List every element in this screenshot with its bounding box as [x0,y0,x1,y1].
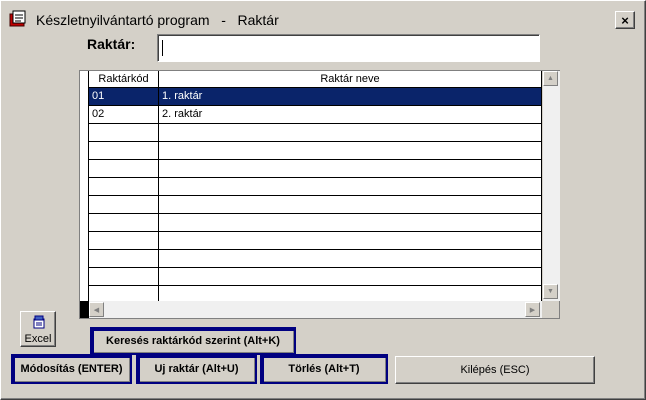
vertical-scrollbar[interactable]: ▲ ▼ [542,71,560,301]
delete-label: Törlés (Alt+T) [288,363,360,375]
search-by-code-button[interactable]: Keresés raktárkód szerint (Alt+K) [90,327,296,355]
empty-table-row[interactable] [89,214,542,232]
empty-cell [89,160,159,177]
empty-table-row[interactable] [89,124,542,142]
scroll-left-icon[interactable]: ◀ [89,302,104,317]
new-warehouse-button[interactable]: Uj raktár (Alt+U) [136,354,257,384]
horizontal-scrollbar[interactable]: ◀ ▶ [89,301,542,318]
window-title: Készletnyilvántartó program - Raktár [36,12,279,28]
empty-table-row[interactable] [89,250,542,268]
empty-table-row[interactable] [89,160,542,178]
empty-cell [159,196,542,213]
warehouse-table[interactable]: Raktárkód Raktár neve 01 1. raktár 02 2. ra… [79,70,560,319]
search-by-code-label: Keresés raktárkód szerint (Alt+K) [106,335,280,347]
cell-code: 01 [89,88,159,105]
empty-cell [89,232,159,249]
empty-table-row[interactable] [89,196,542,214]
search-input[interactable] [157,34,540,62]
cell-code: 02 [89,106,159,123]
excel-label: Excel [24,333,52,345]
new-warehouse-label: Uj raktár (Alt+U) [154,363,239,375]
scrollbar-corner [542,301,559,318]
delete-button[interactable]: Törlés (Alt+T) [260,354,388,384]
empty-cell [159,160,542,177]
column-header-code[interactable]: Raktárkód [89,71,159,88]
empty-cell [89,124,159,141]
excel-icon [33,315,45,329]
app-window: Készletnyilvántartó program - Raktár × R… [0,0,646,400]
exit-button[interactable]: Kilépés (ESC) [395,356,595,384]
empty-cell [159,124,542,141]
empty-cell [89,196,159,213]
empty-cell [159,214,542,231]
empty-cell [159,178,542,195]
close-icon: × [621,12,629,28]
empty-cell [89,250,159,267]
title-bar: Készletnyilvántartó program - Raktár × [4,4,640,32]
scroll-down-icon[interactable]: ▼ [543,284,558,299]
empty-cell [89,142,159,159]
row-indicator-column [80,71,89,318]
empty-cell [159,250,542,267]
app-icon [9,10,26,27]
empty-cell [159,142,542,159]
indicator-corner [80,301,89,318]
empty-table-row[interactable] [89,178,542,196]
empty-cell [159,268,542,285]
table-row[interactable]: 02 2. raktár [89,106,542,124]
text-caret [162,40,163,56]
cell-name: 2. raktár [159,106,542,123]
cell-name: 1. raktár [159,88,542,105]
search-label: Raktár: [87,36,136,52]
empty-cell [89,178,159,195]
empty-cell [89,268,159,285]
excel-button[interactable]: Excel [20,311,56,347]
close-button[interactable]: × [615,11,635,29]
scroll-right-icon[interactable]: ▶ [525,302,540,317]
empty-table-row[interactable] [89,232,542,250]
empty-cell [159,232,542,249]
modify-label: Módosítás (ENTER) [20,363,123,375]
table-row[interactable]: 01 1. raktár [89,88,542,106]
empty-cell [89,214,159,231]
empty-table-row[interactable] [89,142,542,160]
empty-table-row[interactable] [89,268,542,286]
column-header-name[interactable]: Raktár neve [159,71,542,88]
scroll-up-icon[interactable]: ▲ [543,71,558,86]
modify-button[interactable]: Módosítás (ENTER) [11,354,132,384]
exit-label: Kilépés (ESC) [460,364,530,376]
